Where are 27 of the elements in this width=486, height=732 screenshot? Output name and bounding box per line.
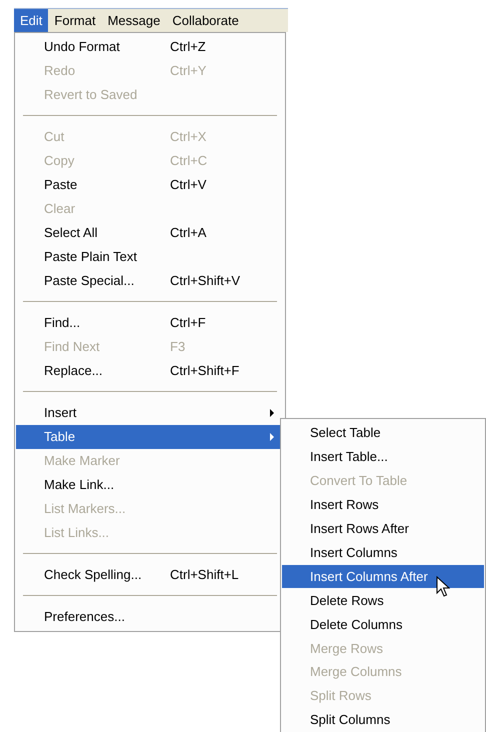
mouse-pointer-icon xyxy=(436,576,450,598)
menu-item[interactable]: Check Spelling... Ctrl+Shift+L xyxy=(16,563,284,587)
menu-item[interactable]: Undo Format Ctrl+Z xyxy=(16,35,284,59)
submenu-arrow-icon xyxy=(270,409,274,417)
menu-item[interactable]: Insert Columns After xyxy=(282,564,484,588)
menu-item[interactable]: Find... Ctrl+F xyxy=(16,311,284,335)
menu-item[interactable]: Preferences... xyxy=(16,605,284,629)
menu-item[interactable]: Split Columns xyxy=(282,708,484,732)
menu-item[interactable]: Delete Columns xyxy=(282,612,484,636)
menu-bar-item[interactable]: Edit xyxy=(14,9,48,32)
menu-bar-item[interactable]: Message xyxy=(102,9,166,32)
menu-item[interactable]: Insert xyxy=(16,401,284,425)
menu-item[interactable]: Paste Ctrl+V xyxy=(16,173,284,197)
menu-item[interactable]: Delete Rows xyxy=(282,588,484,612)
menu-bar-item[interactable]: Format xyxy=(48,9,102,32)
menu-item[interactable]: Replace... Ctrl+Shift+F xyxy=(16,359,284,383)
menu-item[interactable]: Make Link... xyxy=(16,473,284,497)
menu-item[interactable]: Insert Columns xyxy=(282,540,484,565)
submenu-arrow-icon xyxy=(270,433,274,441)
menu-item[interactable]: Select All Ctrl+A xyxy=(16,221,284,245)
menu-item[interactable]: Select Table xyxy=(282,421,484,445)
menu-item[interactable]: Paste Plain Text xyxy=(16,245,284,269)
menu-bar-item[interactable]: Collaborate xyxy=(166,9,245,32)
menu-item[interactable]: Paste Special... Ctrl+Shift+V xyxy=(16,269,284,293)
menu-item[interactable]: Insert Rows After xyxy=(282,516,484,541)
menu-item[interactable]: Insert Table... xyxy=(282,444,484,469)
menu-item[interactable]: Insert Rows xyxy=(282,492,484,517)
